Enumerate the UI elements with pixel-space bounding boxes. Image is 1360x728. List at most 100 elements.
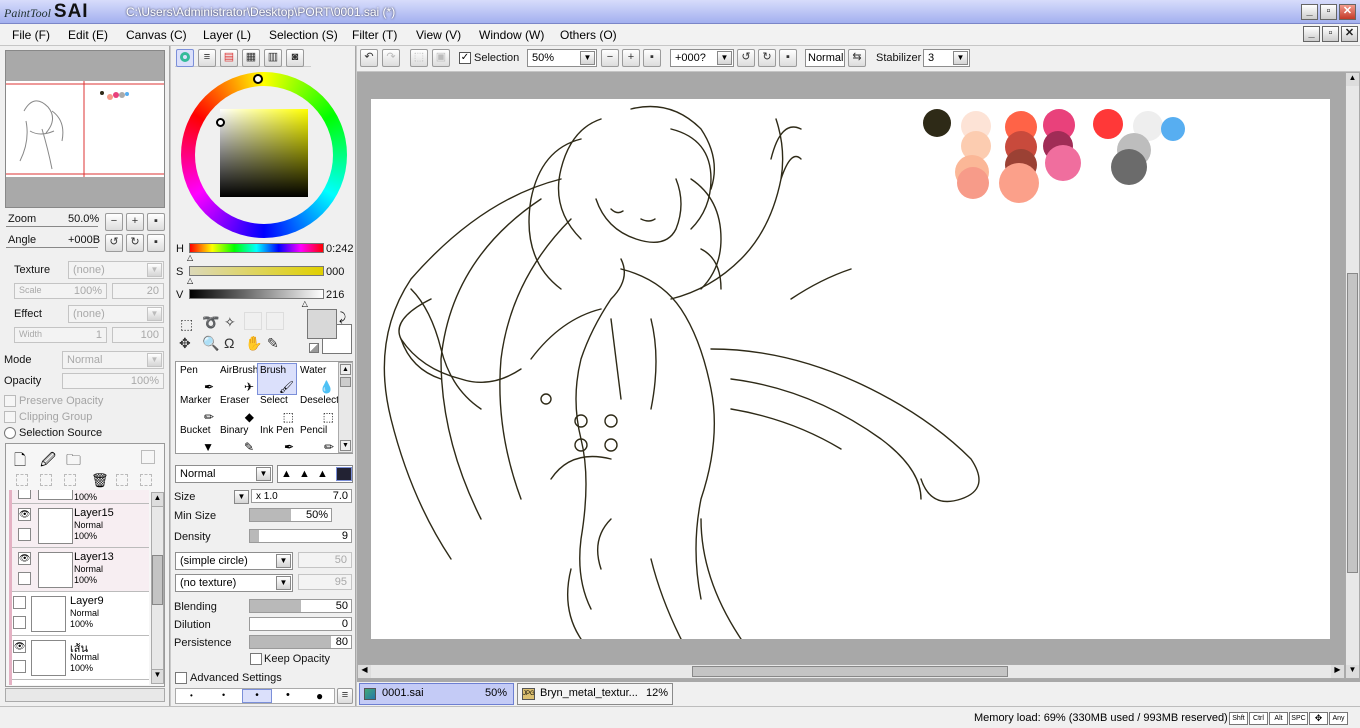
saturation-value-square[interactable] <box>220 109 308 197</box>
toolbar-zoom-out-button[interactable]: − <box>601 49 619 67</box>
new-linework-layer-icon[interactable]: 🖉 <box>40 450 56 475</box>
transfer-down-icon[interactable] <box>16 474 28 486</box>
color-wheel-tab[interactable] <box>176 49 194 67</box>
tool-pencil[interactable]: Pencil ✏ <box>297 423 337 455</box>
value-slider-knob[interactable]: △ <box>302 300 308 308</box>
menu-others[interactable]: Others (O) <box>560 28 617 42</box>
texture-strength[interactable]: 20 <box>112 283 164 299</box>
layer-row[interactable]: 👁 เส้น Normal 100% <box>12 636 149 680</box>
hue-slider-knob[interactable]: △ <box>187 254 193 262</box>
move-icon[interactable]: ✥ <box>179 335 191 352</box>
saturation-slider[interactable] <box>189 266 324 276</box>
edge-hard-icon[interactable]: ▲ <box>281 468 292 480</box>
toolbar-zoom-in-button[interactable]: + <box>622 49 640 67</box>
toolbar-rotate-reset-button[interactable]: ▪ <box>779 49 797 67</box>
tool-ink-pen[interactable]: Ink Pen ✒ <box>257 423 297 455</box>
selection-source-checkbox[interactable] <box>4 427 16 439</box>
doc-restore-button[interactable]: ▫ <box>1322 26 1339 42</box>
layer-visibility-toggle[interactable] <box>13 596 26 609</box>
rotate-right-button[interactable]: ↻ <box>126 234 144 252</box>
canvas-vscrollbar[interactable]: ▲ ▼ <box>1345 72 1360 679</box>
primary-color-swatch[interactable] <box>307 309 337 339</box>
color-swatches-tab[interactable]: ▦ <box>242 49 260 67</box>
texture-scale[interactable]: Scale 100% <box>14 283 107 299</box>
flatten-icon[interactable] <box>140 474 152 486</box>
layer-lock-toggle[interactable] <box>18 528 31 541</box>
canvas-vscroll-thumb[interactable] <box>1347 273 1358 573</box>
user-swatches-tab[interactable]: ▥ <box>264 49 282 67</box>
tool-brush[interactable]: Brush 🖌 <box>257 363 297 395</box>
close-button[interactable]: ✕ <box>1339 4 1356 20</box>
size-preset[interactable]: • <box>222 690 225 700</box>
tool-airbrush[interactable]: AirBrush ✈ <box>217 363 258 395</box>
maximize-button[interactable]: ▫ <box>1320 4 1337 20</box>
new-folder-icon[interactable]: 🗀 <box>66 450 81 475</box>
layer-row[interactable]: Layer9 Normal 100% <box>12 592 149 636</box>
shape-strength[interactable]: 50 <box>298 552 352 568</box>
size-preset-selected[interactable]: • <box>242 689 272 703</box>
canvas-hscroll-thumb[interactable] <box>692 666 1008 677</box>
color-wheel[interactable] <box>181 72 347 238</box>
hue-slider[interactable] <box>189 243 324 253</box>
texture-strength-field[interactable]: 95 <box>298 574 352 590</box>
doc-close-button[interactable]: ✕ <box>1341 26 1358 42</box>
merge-visible-icon[interactable] <box>116 474 128 486</box>
edge-medium-icon[interactable]: ▲ <box>299 468 310 480</box>
layer-lock-toggle[interactable] <box>13 660 26 673</box>
layer-visibility-toggle[interactable] <box>18 490 31 499</box>
new-layer-icon[interactable]: 🗋 <box>14 450 26 475</box>
hand-icon[interactable]: ✋ <box>245 335 262 352</box>
rgb-slider-tab[interactable]: ≡ <box>198 49 216 67</box>
zoom-in-button[interactable]: + <box>126 213 144 231</box>
angle-select[interactable]: +000? ▼ <box>670 49 734 67</box>
merge-down-icon[interactable] <box>40 474 52 486</box>
menu-filter[interactable]: Filter (T) <box>352 28 397 42</box>
flip-view-button[interactable]: ⇆ <box>848 49 866 67</box>
rect-select-icon[interactable]: ⬚ <box>180 316 193 333</box>
tool-marker[interactable]: Marker ✏ <box>177 393 217 425</box>
minimize-button[interactable]: _ <box>1301 4 1318 20</box>
toolbar-rotate-right-button[interactable]: ↻ <box>758 49 776 67</box>
tool-eraser[interactable]: Eraser ◆ <box>217 393 257 425</box>
menu-selection[interactable]: Selection (S) <box>269 28 338 42</box>
lasso-icon[interactable]: ➰ <box>202 314 219 331</box>
effect-select[interactable]: (none) ▼ <box>68 305 164 323</box>
menu-window[interactable]: Window (W) <box>479 28 544 42</box>
blending-slider[interactable]: 50 <box>249 599 352 613</box>
tool-pen[interactable]: Pen ✒ <box>177 363 217 395</box>
hue-marker[interactable] <box>253 74 263 84</box>
brush-blend-select[interactable]: Normal ▼ <box>175 465 273 483</box>
magic-wand-icon[interactable]: ✧ <box>224 314 236 331</box>
doc-minimize-button[interactable]: _ <box>1303 26 1320 42</box>
brush-texture-select[interactable]: (no texture) ▼ <box>175 574 293 592</box>
navigator[interactable] <box>5 50 165 208</box>
saturation-slider-knob[interactable]: △ <box>187 277 193 285</box>
brush-size-presets[interactable]: • • • • ● <box>175 688 335 704</box>
eyedropper-icon[interactable]: ✎ <box>267 335 279 352</box>
file-tab-bryn[interactable]: JPG Bryn_metal_textur... 12% <box>517 683 673 705</box>
file-tab-0001[interactable]: 0001.sai 50% <box>359 683 514 705</box>
undo-button[interactable]: ↶ <box>360 49 378 67</box>
canvas-hscrollbar[interactable]: ◀ ▶ <box>357 664 1345 679</box>
selection-checkbox[interactable]: ✓ <box>459 52 471 64</box>
layer-lock-toggle[interactable] <box>18 572 31 585</box>
layer-hscrollbar[interactable] <box>5 688 165 702</box>
redo-button[interactable]: ↷ <box>382 49 400 67</box>
effect-width[interactable]: Width 1 <box>14 327 107 343</box>
layer-eye-icon[interactable]: 👁 <box>13 640 26 653</box>
edge-flat-icon[interactable] <box>336 467 352 481</box>
menu-view[interactable]: View (V) <box>416 28 461 42</box>
value-slider[interactable] <box>189 289 324 299</box>
layer-eye-icon[interactable]: 👁 <box>18 552 31 565</box>
texture-select[interactable]: (none) ▼ <box>68 261 164 279</box>
edge-soft-icon[interactable]: ▲ <box>317 468 328 480</box>
zoom-out-button[interactable]: − <box>105 213 123 231</box>
swap-colors-icon[interactable]: ⤸ <box>339 310 346 325</box>
layer-mask-icon[interactable] <box>141 450 155 464</box>
opacity-slider[interactable]: 100% <box>62 373 164 389</box>
delete-layer-icon[interactable]: 🗑 <box>91 472 109 489</box>
layer-lock-toggle[interactable] <box>13 616 26 629</box>
clipping-group-checkbox[interactable] <box>4 411 16 423</box>
min-size-slider[interactable]: 50% <box>249 508 332 522</box>
tool-bucket[interactable]: Bucket ▼ <box>177 423 217 455</box>
